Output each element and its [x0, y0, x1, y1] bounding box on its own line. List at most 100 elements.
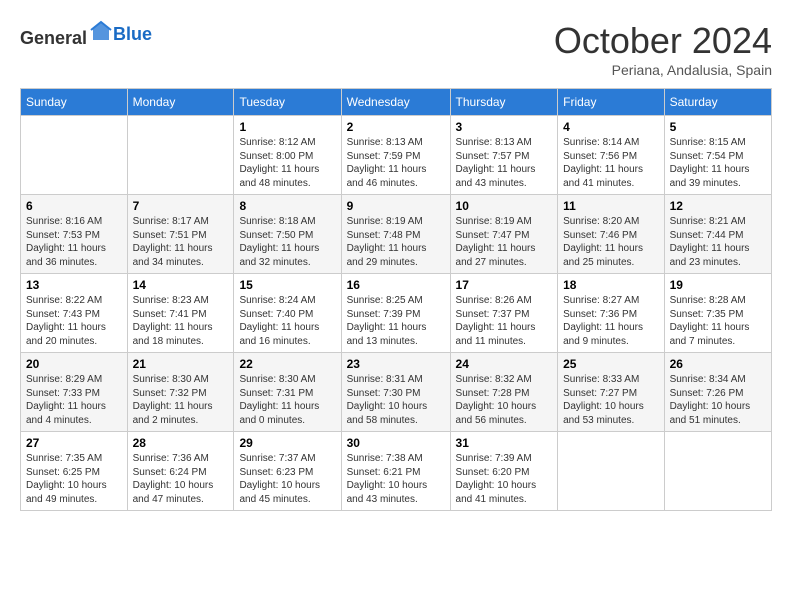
day-number: 31: [456, 436, 553, 450]
day-number: 20: [26, 357, 122, 371]
calendar-cell: 3 Sunrise: 8:13 AM Sunset: 7:57 PM Daylig…: [450, 116, 558, 195]
calendar-cell: [664, 432, 771, 511]
day-info: Sunrise: 8:15 AM Sunset: 7:54 PM Dayligh…: [670, 136, 766, 190]
day-info: Sunrise: 8:19 AM Sunset: 7:48 PM Dayligh…: [347, 215, 445, 269]
day-number: 8: [239, 199, 335, 213]
day-info: Sunrise: 7:36 AM Sunset: 6:24 PM Dayligh…: [133, 452, 229, 506]
day-number: 2: [347, 120, 445, 134]
day-number: 30: [347, 436, 445, 450]
calendar-cell: 26 Sunrise: 8:34 AM Sunset: 7:26 PM Dayli…: [664, 353, 771, 432]
day-number: 14: [133, 278, 229, 292]
calendar-cell: 25Sunrise: 8:33 AM Sunset: 7:27 PM Dayli…: [558, 353, 664, 432]
column-header-wednesday: Wednesday: [341, 89, 450, 116]
calendar-cell: 24Sunrise: 8:32 AM Sunset: 7:28 PM Dayli…: [450, 353, 558, 432]
day-info: Sunrise: 8:22 AM Sunset: 7:43 PM Dayligh…: [26, 294, 122, 348]
day-info: Sunrise: 8:26 AM Sunset: 7:37 PM Dayligh…: [456, 294, 553, 348]
day-info: Sunrise: 8:20 AM Sunset: 7:46 PM Dayligh…: [563, 215, 658, 269]
location-subtitle: Periana, Andalusia, Spain: [554, 62, 772, 78]
calendar-cell: 19 Sunrise: 8:28 AM Sunset: 7:35 PM Dayli…: [664, 274, 771, 353]
day-number: 12: [670, 199, 766, 213]
calendar-week-row: 27 Sunrise: 7:35 AM Sunset: 6:25 PM Dayli…: [21, 432, 772, 511]
column-header-monday: Monday: [127, 89, 234, 116]
day-number: 19: [670, 278, 766, 292]
day-info: Sunrise: 8:18 AM Sunset: 7:50 PM Dayligh…: [239, 215, 335, 269]
day-number: 10: [456, 199, 553, 213]
day-number: 16: [347, 278, 445, 292]
day-number: 3: [456, 120, 553, 134]
day-number: 24: [456, 357, 553, 371]
day-info: Sunrise: 8:14 AM Sunset: 7:56 PM Dayligh…: [563, 136, 658, 190]
day-info: Sunrise: 7:37 AM Sunset: 6:23 PM Dayligh…: [239, 452, 335, 506]
page-header: General Blue October 2024 Periana, Andal…: [20, 20, 772, 78]
calendar-cell: 7 Sunrise: 8:17 AM Sunset: 7:51 PM Daylig…: [127, 195, 234, 274]
calendar-cell: [127, 116, 234, 195]
day-info: Sunrise: 8:30 AM Sunset: 7:31 PM Dayligh…: [239, 373, 335, 427]
day-info: Sunrise: 8:27 AM Sunset: 7:36 PM Dayligh…: [563, 294, 658, 348]
day-info: Sunrise: 7:35 AM Sunset: 6:25 PM Dayligh…: [26, 452, 122, 506]
calendar-cell: 6 Sunrise: 8:16 AM Sunset: 7:53 PM Daylig…: [21, 195, 128, 274]
calendar-cell: 18 Sunrise: 8:27 AM Sunset: 7:36 PM Dayli…: [558, 274, 664, 353]
day-info: Sunrise: 8:19 AM Sunset: 7:47 PM Dayligh…: [456, 215, 553, 269]
day-info: Sunrise: 8:13 AM Sunset: 7:57 PM Dayligh…: [456, 136, 553, 190]
title-block: October 2024 Periana, Andalusia, Spain: [554, 20, 772, 78]
calendar-cell: 30 Sunrise: 7:38 AM Sunset: 6:21 PM Dayli…: [341, 432, 450, 511]
calendar-cell: 20 Sunrise: 8:29 AM Sunset: 7:33 PM Dayli…: [21, 353, 128, 432]
calendar-week-row: 6 Sunrise: 8:16 AM Sunset: 7:53 PM Daylig…: [21, 195, 772, 274]
calendar-cell: 23 Sunrise: 8:31 AM Sunset: 7:30 PM Dayli…: [341, 353, 450, 432]
calendar-cell: 8 Sunrise: 8:18 AM Sunset: 7:50 PM Daylig…: [234, 195, 341, 274]
day-number: 7: [133, 199, 229, 213]
day-number: 17: [456, 278, 553, 292]
day-number: 27: [26, 436, 122, 450]
calendar-cell: 15 Sunrise: 8:24 AM Sunset: 7:40 PM Dayli…: [234, 274, 341, 353]
calendar-cell: 21Sunrise: 8:30 AM Sunset: 7:32 PM Dayli…: [127, 353, 234, 432]
day-info: Sunrise: 8:17 AM Sunset: 7:51 PM Dayligh…: [133, 215, 229, 269]
day-number: 26: [670, 357, 766, 371]
calendar-cell: 10 Sunrise: 8:19 AM Sunset: 7:47 PM Dayli…: [450, 195, 558, 274]
calendar-cell: 27 Sunrise: 7:35 AM Sunset: 6:25 PM Dayli…: [21, 432, 128, 511]
day-info: Sunrise: 8:13 AM Sunset: 7:59 PM Dayligh…: [347, 136, 445, 190]
day-number: 28: [133, 436, 229, 450]
day-info: Sunrise: 8:28 AM Sunset: 7:35 PM Dayligh…: [670, 294, 766, 348]
calendar-cell: 31 Sunrise: 7:39 AM Sunset: 6:20 PM Dayli…: [450, 432, 558, 511]
day-info: Sunrise: 7:38 AM Sunset: 6:21 PM Dayligh…: [347, 452, 445, 506]
calendar-cell: 11 Sunrise: 8:20 AM Sunset: 7:46 PM Dayli…: [558, 195, 664, 274]
calendar-header-row: SundayMondayTuesdayWednesdayThursdayFrid…: [21, 89, 772, 116]
column-header-friday: Friday: [558, 89, 664, 116]
logo-blue: Blue: [113, 24, 152, 45]
day-number: 15: [239, 278, 335, 292]
day-number: 5: [670, 120, 766, 134]
calendar-week-row: 1 Sunrise: 8:12 AM Sunset: 8:00 PM Daylig…: [21, 116, 772, 195]
calendar-cell: 28 Sunrise: 7:36 AM Sunset: 6:24 PM Dayli…: [127, 432, 234, 511]
day-number: 13: [26, 278, 122, 292]
day-info: Sunrise: 7:39 AM Sunset: 6:20 PM Dayligh…: [456, 452, 553, 506]
column-header-sunday: Sunday: [21, 89, 128, 116]
day-info: Sunrise: 8:12 AM Sunset: 8:00 PM Dayligh…: [239, 136, 335, 190]
day-number: 18: [563, 278, 658, 292]
day-number: 11: [563, 199, 658, 213]
day-number: 22: [239, 357, 335, 371]
column-header-saturday: Saturday: [664, 89, 771, 116]
day-info: Sunrise: 8:33 AM Sunset: 7:27 PM Dayligh…: [563, 373, 658, 427]
calendar-cell: 12Sunrise: 8:21 AM Sunset: 7:44 PM Dayli…: [664, 195, 771, 274]
day-number: 6: [26, 199, 122, 213]
day-info: Sunrise: 8:16 AM Sunset: 7:53 PM Dayligh…: [26, 215, 122, 269]
column-header-tuesday: Tuesday: [234, 89, 341, 116]
day-number: 23: [347, 357, 445, 371]
calendar-cell: 4Sunrise: 8:14 AM Sunset: 7:56 PM Daylig…: [558, 116, 664, 195]
day-info: Sunrise: 8:31 AM Sunset: 7:30 PM Dayligh…: [347, 373, 445, 427]
calendar-cell: 2 Sunrise: 8:13 AM Sunset: 7:59 PM Daylig…: [341, 116, 450, 195]
calendar-cell: 13 Sunrise: 8:22 AM Sunset: 7:43 PM Dayli…: [21, 274, 128, 353]
day-info: Sunrise: 8:23 AM Sunset: 7:41 PM Dayligh…: [133, 294, 229, 348]
day-info: Sunrise: 8:34 AM Sunset: 7:26 PM Dayligh…: [670, 373, 766, 427]
day-info: Sunrise: 8:30 AM Sunset: 7:32 PM Dayligh…: [133, 373, 229, 427]
calendar-cell: 5 Sunrise: 8:15 AM Sunset: 7:54 PM Daylig…: [664, 116, 771, 195]
day-number: 29: [239, 436, 335, 450]
day-info: Sunrise: 8:29 AM Sunset: 7:33 PM Dayligh…: [26, 373, 122, 427]
logo: General Blue: [20, 20, 152, 49]
calendar-cell: [21, 116, 128, 195]
calendar-cell: 9Sunrise: 8:19 AM Sunset: 7:48 PM Daylig…: [341, 195, 450, 274]
day-number: 1: [239, 120, 335, 134]
calendar-table: SundayMondayTuesdayWednesdayThursdayFrid…: [20, 88, 772, 511]
calendar-week-row: 13 Sunrise: 8:22 AM Sunset: 7:43 PM Dayli…: [21, 274, 772, 353]
day-info: Sunrise: 8:24 AM Sunset: 7:40 PM Dayligh…: [239, 294, 335, 348]
